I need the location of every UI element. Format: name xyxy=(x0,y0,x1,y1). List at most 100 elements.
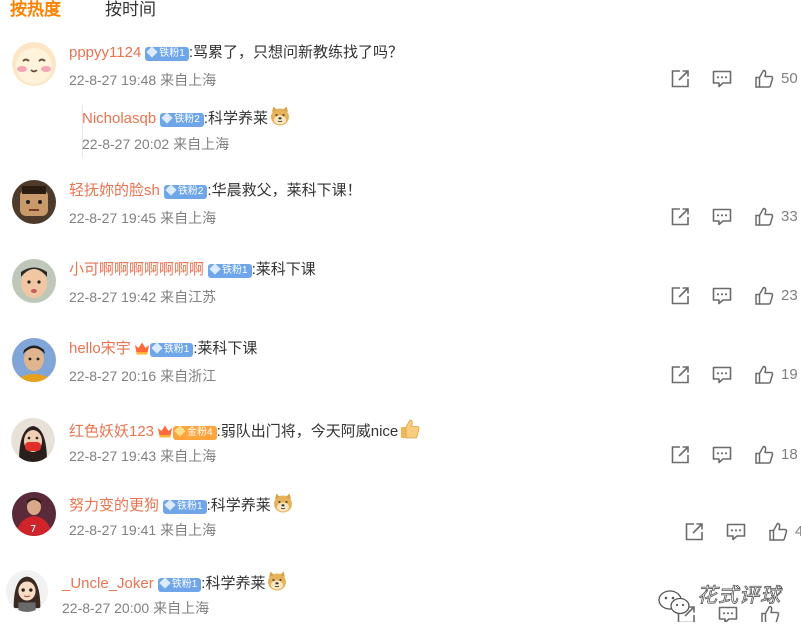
share-icon xyxy=(669,285,691,307)
comment-header: _Uncle_Joker 铁粉1:科学养莱 xyxy=(62,570,288,592)
reply-button[interactable] xyxy=(725,521,747,543)
comment-header: 轻抚妳的脸sh 铁粉2:华晨救父，莱科下课！ xyxy=(69,180,362,202)
reply-button[interactable] xyxy=(711,206,733,228)
like-icon xyxy=(753,364,775,386)
diamond-icon xyxy=(151,342,163,354)
fan-badge[interactable]: 铁粉1 xyxy=(163,499,207,514)
fan-badge[interactable]: 铁粉1 xyxy=(149,342,194,357)
cartoon-girl-avatar-icon[interactable] xyxy=(6,570,48,612)
diamond-icon xyxy=(209,263,221,275)
doge-emoji-icon xyxy=(272,492,294,514)
comment-text: :骂累了，只想问新教练找了吗？ xyxy=(188,44,404,61)
comment-text: :华晨救父，莱科下课！ xyxy=(207,182,362,199)
comment-header: hello宋宇 铁粉1:莱科下课 xyxy=(69,338,257,360)
badge-label: 铁粉2 xyxy=(174,114,200,125)
fan-badge[interactable]: 铁粉1 xyxy=(145,46,189,61)
share-icon xyxy=(669,206,691,228)
like-icon xyxy=(753,444,775,466)
comment-location: 来自江苏 xyxy=(160,289,217,305)
comment-actions: 18 xyxy=(669,444,798,468)
comment-meta: 22-8-27 19:45 来自上海 xyxy=(69,208,216,228)
person-photo-avatar-icon[interactable] xyxy=(12,338,56,382)
reply-username[interactable]: Nicholasqb xyxy=(82,110,156,127)
comment-text: :莱科下课 xyxy=(251,261,316,278)
reply-button[interactable] xyxy=(711,364,733,386)
comment-actions: 50 xyxy=(669,68,798,92)
comment-actions: 4 xyxy=(683,521,801,545)
comment-time: 22-8-27 19:42 xyxy=(69,289,157,305)
thumbs-up-emoji-icon xyxy=(399,418,421,440)
comment-username[interactable]: 努力变的更狗 xyxy=(69,497,159,514)
comment-time: 22-8-27 19:41 xyxy=(69,522,157,538)
diamond-icon xyxy=(146,46,158,58)
like-count: 23 xyxy=(781,287,798,304)
doge-emoji-icon xyxy=(266,570,288,592)
comment-time: 22-8-27 19:43 xyxy=(69,448,157,464)
comment-time: 22-8-27 19:45 xyxy=(69,210,157,226)
diamond-icon xyxy=(174,425,186,437)
comment-meta: 22-8-27 20:00 来自上海 xyxy=(62,598,209,618)
gold-fan-badge[interactable]: 金粉4 xyxy=(173,425,217,440)
red-jersey-player-avatar-icon[interactable]: 7 xyxy=(12,492,56,536)
comment-username[interactable]: 红色妖妖123 xyxy=(69,423,154,440)
tab-sort-by-hot[interactable]: 按热度 xyxy=(10,0,61,21)
like-count: 50 xyxy=(781,70,798,87)
blushing-emoji-avatar-icon[interactable] xyxy=(12,42,56,86)
comment-actions: 23 xyxy=(669,285,798,309)
badge-label: 金粉4 xyxy=(187,427,213,438)
reply-button[interactable] xyxy=(711,68,733,90)
fan-badge[interactable]: 铁粉1 xyxy=(157,577,202,592)
like-button[interactable]: 19 xyxy=(753,364,798,386)
comment-username[interactable]: 轻抚妳的脸sh xyxy=(69,182,160,199)
fan-badge[interactable]: 铁粉1 xyxy=(208,263,252,278)
share-button[interactable] xyxy=(669,444,691,466)
reply-button[interactable] xyxy=(711,444,733,466)
wechat-logo-icon xyxy=(658,590,690,615)
comment-meta: 22-8-27 19:42 来自江苏 xyxy=(69,287,216,307)
comment-username[interactable]: pppyy1124 xyxy=(69,44,141,61)
like-button[interactable]: 23 xyxy=(753,285,798,307)
comment-icon xyxy=(711,444,733,466)
badge-label: 铁粉1 xyxy=(163,344,190,355)
comment-location: 来自上海 xyxy=(160,448,217,464)
badge-label: 铁粉1 xyxy=(177,501,203,512)
share-button[interactable] xyxy=(669,206,691,228)
comment-meta: 22-8-27 19:48 来自上海 xyxy=(69,70,216,90)
comment-location: 来自上海 xyxy=(160,210,217,226)
comment-username[interactable]: _Uncle_Joker xyxy=(62,575,154,592)
like-button[interactable]: 50 xyxy=(753,68,798,90)
fan-badge[interactable]: 铁粉2 xyxy=(163,184,208,199)
cartoon-face-avatar-icon[interactable] xyxy=(12,180,56,224)
comment-username[interactable]: hello宋宇 xyxy=(69,340,131,357)
comment-icon xyxy=(711,364,733,386)
reply-text: :科学养莱 xyxy=(203,110,268,127)
share-button[interactable] xyxy=(669,364,691,386)
like-button[interactable]: 33 xyxy=(753,206,798,228)
share-icon xyxy=(669,444,691,466)
comment-username[interactable]: 小可啊啊啊啊啊啊啊 xyxy=(69,261,204,278)
badge-label: 铁粉2 xyxy=(177,186,204,197)
share-icon xyxy=(683,521,705,543)
share-button[interactable] xyxy=(669,68,691,90)
comment-meta: 22-8-27 19:43 来自上海 xyxy=(69,446,216,466)
like-icon xyxy=(753,68,775,90)
comment-actions: 19 xyxy=(669,364,798,388)
reply-meta: 22-8-27 20:02 来自上海 xyxy=(82,134,229,154)
svg-text:7: 7 xyxy=(30,524,36,535)
comment-icon xyxy=(725,521,747,543)
like-button[interactable]: 4 xyxy=(767,521,801,543)
masked-person-avatar-icon[interactable] xyxy=(11,418,55,462)
share-icon xyxy=(669,68,691,90)
share-button[interactable] xyxy=(683,521,705,543)
fan-badge[interactable]: 铁粉2 xyxy=(160,112,204,127)
comment-location: 来自上海 xyxy=(160,72,217,88)
reply-button[interactable] xyxy=(711,285,733,307)
comment-text: :莱科下课 xyxy=(193,340,258,357)
like-count: 33 xyxy=(781,208,798,225)
tab-sort-by-time[interactable]: 按时间 xyxy=(105,0,156,21)
comment-meta: 22-8-27 19:41 来自上海 xyxy=(69,520,216,540)
child-photo-avatar-icon[interactable] xyxy=(12,259,56,303)
share-button[interactable] xyxy=(669,285,691,307)
comment-time: 22-8-27 19:48 xyxy=(69,72,157,88)
like-button[interactable]: 18 xyxy=(753,444,798,466)
